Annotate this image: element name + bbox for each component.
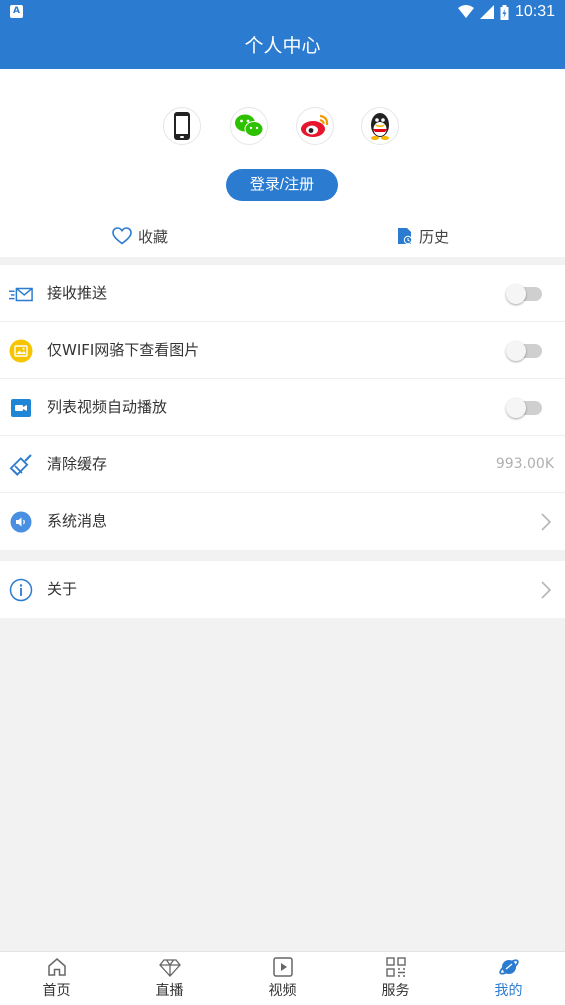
push-icon: [9, 282, 33, 306]
diamond-icon: [158, 959, 181, 977]
push-row[interactable]: 接收推送: [0, 265, 565, 322]
push-toggle[interactable]: [506, 284, 542, 304]
speaker-icon: [9, 510, 33, 534]
home-icon: [47, 958, 66, 976]
clock: 10:31: [514, 3, 555, 20]
chevron-right-icon: [541, 513, 552, 531]
tab-home-label: 首页: [42, 983, 71, 999]
system-messages-row[interactable]: 系统消息: [0, 493, 565, 550]
tab-video-label: 视频: [268, 983, 297, 999]
push-toggle-knob: [506, 284, 526, 304]
system-messages-label: 系统消息: [47, 512, 108, 530]
settings-list: 接收推送 仅WIFI网骆下查看图片 列表视频自动播放 清除缓存 993.00K …: [0, 265, 565, 550]
autoplay-toggle-knob: [506, 398, 526, 418]
notification-badge: A: [10, 5, 23, 18]
profile-section: 登录/注册 收藏 历史: [0, 69, 565, 257]
phone-login-button[interactable]: [163, 107, 201, 145]
push-label: 接收推送: [47, 284, 108, 302]
tab-live-label: 直播: [155, 983, 184, 999]
history-icon: [398, 228, 413, 245]
login-register-button[interactable]: 登录/注册: [226, 169, 338, 201]
wifi-images-toggle[interactable]: [506, 341, 542, 361]
page-title: 个人中心: [0, 24, 565, 69]
image-icon: [9, 339, 33, 363]
tab-services[interactable]: 服务: [339, 952, 452, 1005]
wifi-images-label: 仅WIFI网骆下查看图片: [47, 341, 200, 359]
video-camera-icon: [9, 396, 33, 420]
tab-mine-label: 我的: [494, 983, 523, 999]
heart-icon: [112, 227, 132, 245]
tab-live[interactable]: 直播: [113, 952, 226, 1005]
wifi-icon: [457, 5, 474, 18]
social-login-row: [0, 107, 565, 147]
tab-home[interactable]: 首页: [0, 952, 113, 1005]
favorites-link[interactable]: 收藏: [112, 223, 168, 249]
broom-icon: [9, 453, 33, 477]
bottom-tab-bar: 首页 直播 视频 服务 我的: [0, 951, 565, 1005]
chevron-right-icon: [541, 581, 552, 599]
phone-icon: [174, 112, 190, 140]
grid-icon: [385, 957, 406, 977]
wechat-icon: [235, 114, 264, 137]
favorites-label: 收藏: [138, 227, 169, 246]
wechat-login-button[interactable]: [230, 107, 268, 145]
weibo-login-button[interactable]: [296, 107, 334, 145]
history-link[interactable]: 历史: [397, 223, 449, 249]
tab-video[interactable]: 视频: [226, 952, 339, 1005]
planet-icon: [498, 959, 519, 975]
battery-icon: [500, 4, 509, 20]
status-bar: A 10:31: [0, 0, 565, 24]
autoplay-toggle[interactable]: [506, 398, 542, 418]
about-group: 关于: [0, 561, 565, 618]
autoplay-row[interactable]: 列表视频自动播放: [0, 379, 565, 436]
qq-icon: [371, 113, 389, 140]
about-row[interactable]: 关于: [0, 561, 565, 618]
signal-icon: [479, 5, 494, 19]
info-icon: [9, 578, 33, 602]
weibo-icon: [301, 114, 329, 137]
about-label: 关于: [47, 580, 78, 598]
clear-cache-row[interactable]: 清除缓存 993.00K: [0, 436, 565, 493]
tab-services-label: 服务: [381, 983, 410, 999]
clear-cache-label: 清除缓存: [47, 455, 108, 473]
tab-mine[interactable]: 我的: [452, 952, 565, 1005]
history-label: 历史: [419, 227, 450, 246]
wifi-images-toggle-knob: [506, 341, 526, 361]
wifi-images-row[interactable]: 仅WIFI网骆下查看图片: [0, 322, 565, 379]
cache-size: 993.00K: [495, 456, 554, 472]
status-icons: 10:31: [457, 2, 555, 22]
autoplay-label: 列表视频自动播放: [47, 398, 168, 416]
play-icon: [272, 957, 293, 977]
qq-login-button[interactable]: [361, 107, 399, 145]
